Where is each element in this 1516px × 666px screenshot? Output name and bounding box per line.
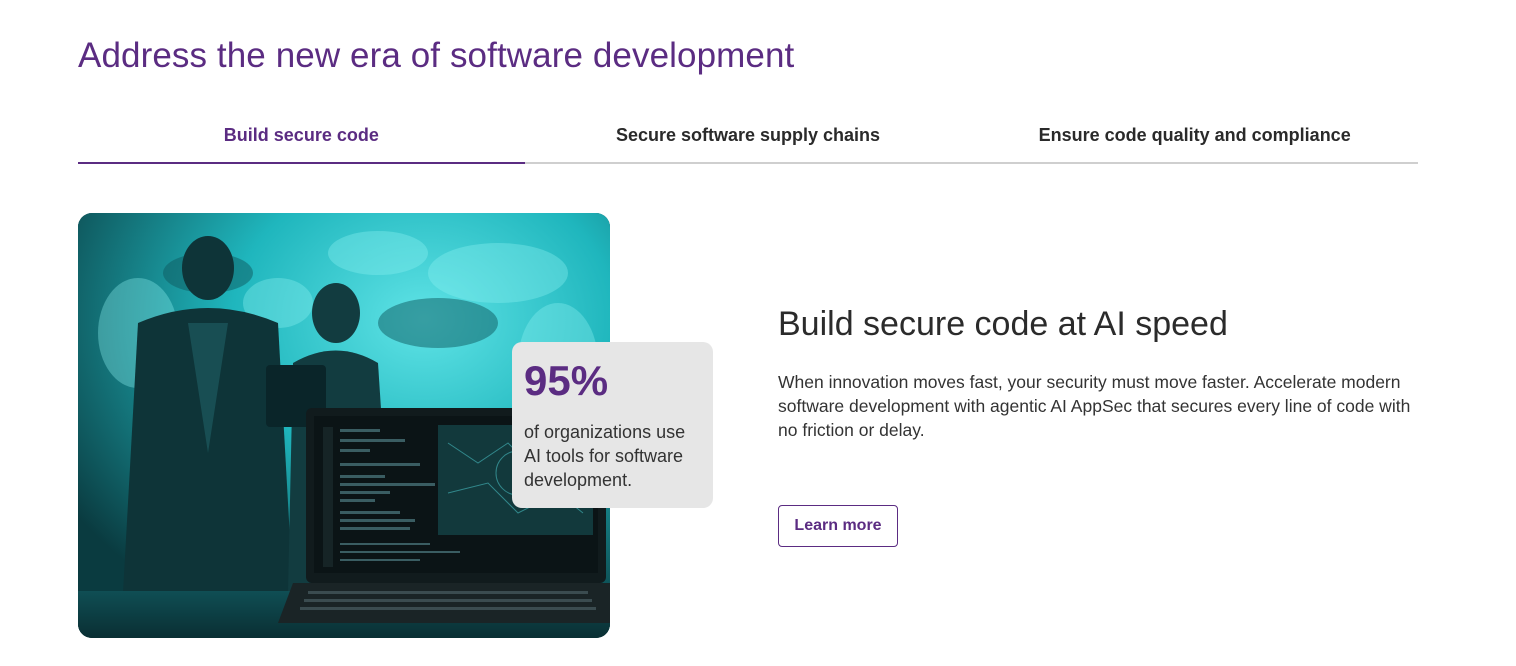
tab-build-secure-code[interactable]: Build secure code	[78, 110, 525, 164]
panel-title: Build secure code at AI speed	[778, 305, 1228, 343]
stat-caption: of organizations use AI tools for softwa…	[524, 422, 686, 490]
learn-more-button[interactable]: Learn more	[778, 505, 898, 547]
tab-panel-content: Build secure code at AI speed When innov…	[778, 302, 1428, 442]
tab-secure-supply-chains[interactable]: Secure software supply chains	[525, 110, 972, 162]
tab-bar: Build secure code Secure software supply…	[78, 110, 1418, 164]
stat-card: 95% of organizations use AI tools for so…	[512, 342, 713, 508]
section-heading: Address the new era of software developm…	[78, 36, 795, 75]
tab-code-quality-compliance[interactable]: Ensure code quality and compliance	[971, 110, 1418, 162]
page: Address the new era of software developm…	[0, 0, 1516, 666]
stat-value: 95%	[524, 357, 609, 404]
panel-description: When innovation moves fast, your securit…	[778, 372, 1411, 440]
